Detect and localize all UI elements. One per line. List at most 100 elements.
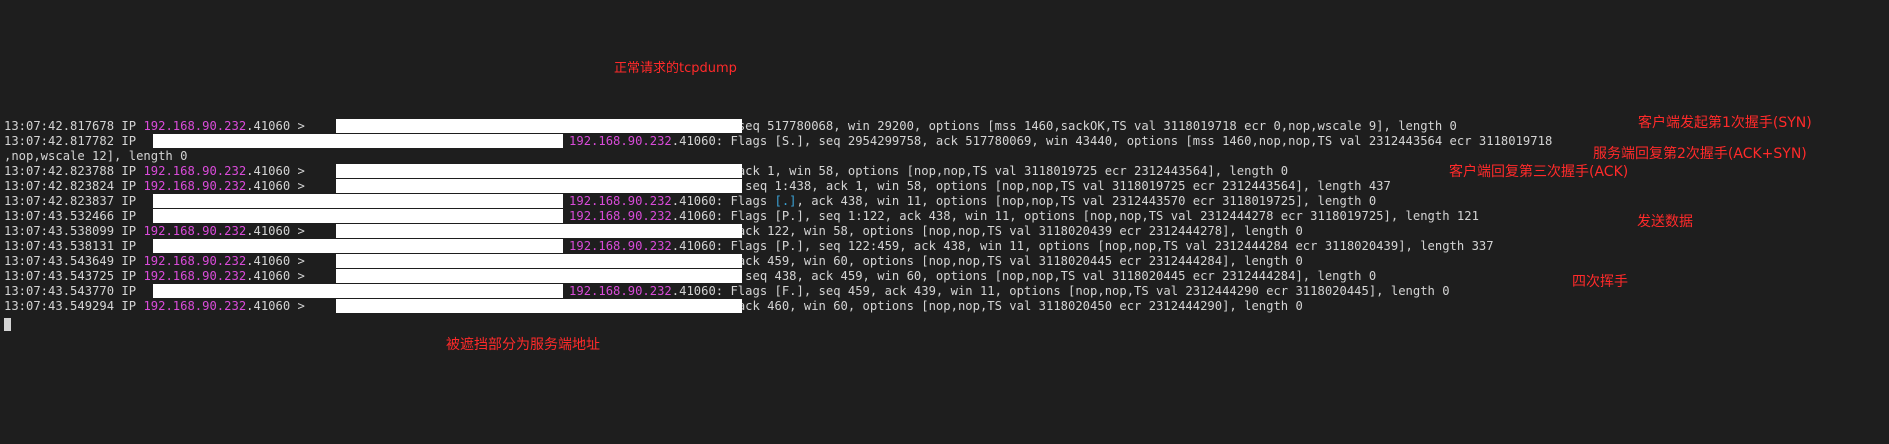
annotation-title: 正常请求的tcpdump xyxy=(614,61,737,76)
client-port: .41060 xyxy=(671,194,716,208)
packet-details: , ack 460, win 60, options [nop,nop,TS v… xyxy=(723,299,1303,313)
client-ip: 192.168.90.232 xyxy=(143,254,247,268)
server-address-mask xyxy=(153,134,563,148)
flags-label: : Flags xyxy=(715,209,775,223)
log-ip-label: IP xyxy=(121,194,137,208)
client-port: .41060 xyxy=(246,269,291,283)
log-timestamp: 13:07:43.543725 xyxy=(4,269,115,283)
log-line: 13:07:43.543770 IP > 192.168.90.232.4106… xyxy=(4,284,1552,299)
terminal-cursor xyxy=(4,318,11,331)
packet-details: , ack 1, win 58, options [nop,nop,TS val… xyxy=(723,164,1289,178)
log-ip-label: IP xyxy=(121,119,137,133)
client-ip: 192.168.90.232 xyxy=(143,179,247,193)
packet-details: , ack 122, win 58, options [nop,nop,TS v… xyxy=(723,224,1303,238)
server-address-mask xyxy=(153,194,563,208)
log-line: 13:07:43.532466 IP > 192.168.90.232.4106… xyxy=(4,209,1552,224)
log-wrap-text: ,nop,wscale 12], length 0 xyxy=(4,149,188,163)
log-line: 13:07:43.543649 IP 192.168.90.232.41060 … xyxy=(4,254,1552,269)
log-timestamp: 13:07:43.538131 xyxy=(4,239,115,253)
tcpdump-output: 13:07:42.817678 IP 192.168.90.232.41060 … xyxy=(4,119,1552,314)
annotation-syn: 客户端发起第1次握手(SYN) xyxy=(1638,115,1812,131)
server-address-mask xyxy=(153,284,563,298)
client-ip: 192.168.90.232 xyxy=(143,164,247,178)
client-ip: 192.168.90.232 xyxy=(143,224,247,238)
client-port: .41060 xyxy=(671,134,716,148)
direction-arrow: > xyxy=(290,224,305,238)
client-ip: 192.168.90.232 xyxy=(143,119,247,133)
log-line: 13:07:42.817678 IP 192.168.90.232.41060 … xyxy=(4,119,1552,134)
direction-arrow: > xyxy=(290,269,305,283)
log-line: 13:07:42.823837 IP > 192.168.90.232.4106… xyxy=(4,194,1552,209)
annotation-fin: 四次挥手 xyxy=(1572,274,1628,290)
server-address-mask xyxy=(336,224,742,238)
tcp-flag: [P.] xyxy=(774,209,804,223)
client-port: .41060 xyxy=(246,164,291,178)
packet-details: , seq 459, ack 439, win 11, options [nop… xyxy=(803,284,1450,298)
client-ip: 192.168.90.232 xyxy=(569,209,672,223)
tcp-flag: [F.] xyxy=(774,284,804,298)
client-port: .41060 xyxy=(671,209,716,223)
packet-details: , ack 459, win 60, options [nop,nop,TS v… xyxy=(723,254,1303,268)
log-ip-label: IP xyxy=(121,134,137,148)
log-line: 13:07:43.538131 IP > 192.168.90.232.4106… xyxy=(4,239,1552,254)
log-timestamp: 13:07:42.823788 xyxy=(4,164,115,178)
client-ip: 192.168.90.232 xyxy=(569,239,672,253)
packet-details: , seq 1:122, ack 438, win 11, options [n… xyxy=(803,209,1479,223)
server-address-mask xyxy=(153,209,563,223)
log-ip-label: IP xyxy=(121,299,137,313)
packet-details: , seq 1:438, ack 1, win 58, options [nop… xyxy=(730,179,1391,193)
log-line: ,nop,wscale 12], length 0 xyxy=(4,149,1552,164)
log-ip-label: IP xyxy=(121,254,137,268)
log-line: 13:07:42.823824 IP 192.168.90.232.41060 … xyxy=(4,179,1552,194)
server-address-mask xyxy=(336,164,742,178)
log-line: 13:07:43.543725 IP 192.168.90.232.41060 … xyxy=(4,269,1552,284)
flags-label: : Flags xyxy=(715,284,775,298)
log-ip-label: IP xyxy=(121,269,137,283)
server-address-mask xyxy=(336,299,742,313)
packet-details: , seq 2954299758, ack 517780069, win 434… xyxy=(803,134,1553,148)
tcp-flag: [P.] xyxy=(774,239,804,253)
tcp-flag: [S.] xyxy=(774,134,804,148)
packet-details: , seq 517780068, win 29200, options [mss… xyxy=(723,119,1457,133)
client-port: .41060 xyxy=(246,179,291,193)
log-timestamp: 13:07:43.532466 xyxy=(4,209,115,223)
packet-details: , seq 122:459, ack 438, win 11, options … xyxy=(803,239,1494,253)
log-line: 13:07:42.823788 IP 192.168.90.232.41060 … xyxy=(4,164,1552,179)
client-port: .41060 xyxy=(671,284,716,298)
client-ip: 192.168.90.232 xyxy=(143,299,247,313)
client-port: .41060 xyxy=(246,254,291,268)
log-line: 13:07:43.549294 IP 192.168.90.232.41060 … xyxy=(4,299,1552,314)
log-timestamp: 13:07:42.823824 xyxy=(4,179,115,193)
server-address-mask xyxy=(153,239,563,253)
flags-label: : Flags xyxy=(715,194,775,208)
flags-label: : Flags xyxy=(715,134,775,148)
client-port: .41060 xyxy=(671,239,716,253)
log-ip-label: IP xyxy=(121,179,137,193)
annotation-synack: 服务端回复第2次握手(ACK+SYN) xyxy=(1593,146,1807,162)
flags-label: : Flags xyxy=(715,239,775,253)
log-line: 13:07:42.817782 IP > 192.168.90.232.4106… xyxy=(4,134,1552,149)
log-ip-label: IP xyxy=(121,164,137,178)
packet-details: , ack 438, win 11, options [nop,nop,TS v… xyxy=(796,194,1377,208)
annotation-data: 发送数据 xyxy=(1637,214,1693,230)
client-ip: 192.168.90.232 xyxy=(569,284,672,298)
client-ip: 192.168.90.232 xyxy=(143,269,247,283)
annotation-ack: 客户端回复第三次握手(ACK) xyxy=(1449,164,1629,180)
client-port: .41060 xyxy=(246,224,291,238)
log-timestamp: 13:07:43.543649 xyxy=(4,254,115,268)
client-port: .41060 xyxy=(246,299,291,313)
server-address-mask xyxy=(336,179,742,193)
direction-arrow: > xyxy=(290,179,305,193)
log-timestamp: 13:07:42.823837 xyxy=(4,194,115,208)
server-address-mask xyxy=(336,254,742,268)
log-ip-label: IP xyxy=(121,209,137,223)
client-ip: 192.168.90.232 xyxy=(569,194,672,208)
terminal-window: 正常请求的tcpdump 13:07:42.817678 IP 192.168.… xyxy=(0,0,1889,444)
log-timestamp: 13:07:42.817782 xyxy=(4,134,115,148)
server-address-mask xyxy=(336,119,742,133)
log-timestamp: 13:07:43.549294 xyxy=(4,299,115,313)
log-ip-label: IP xyxy=(121,239,137,253)
direction-arrow: > xyxy=(290,299,305,313)
server-address-mask xyxy=(336,269,742,283)
client-port: .41060 xyxy=(246,119,291,133)
